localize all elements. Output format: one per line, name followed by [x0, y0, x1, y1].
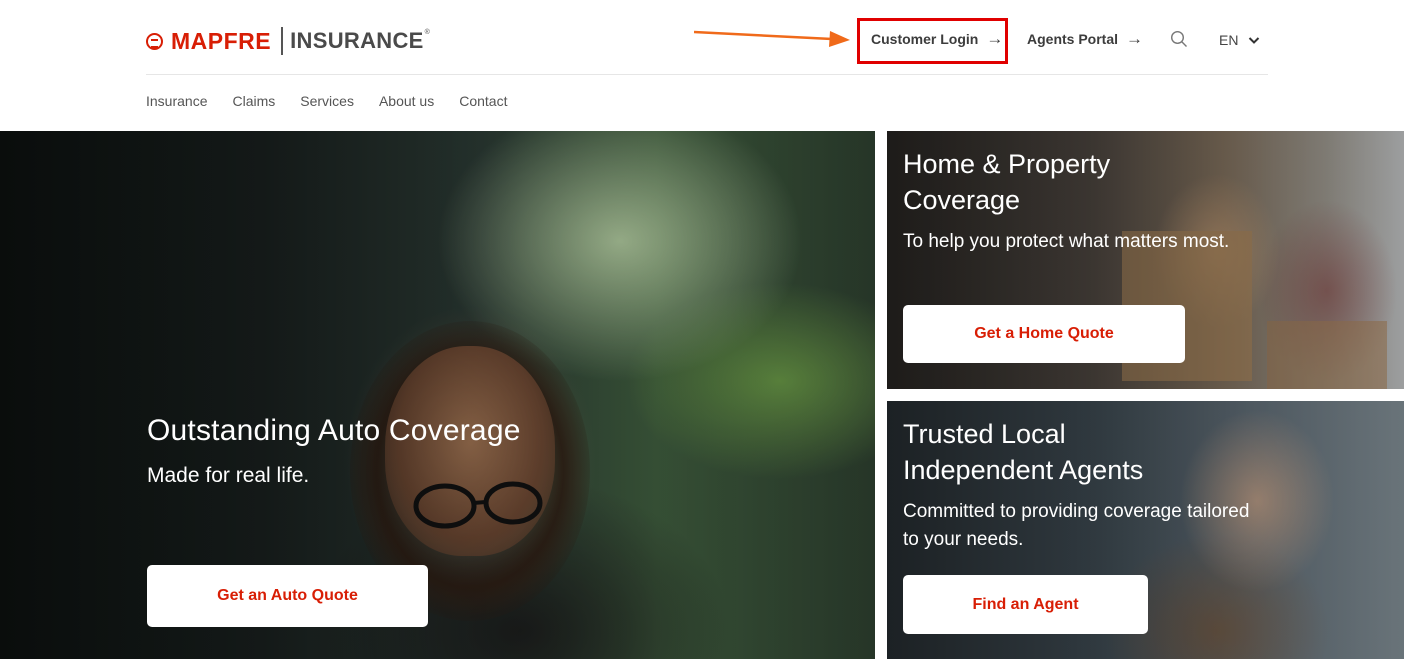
agents-portal-link[interactable]: Agents Portal → — [1027, 30, 1143, 47]
get-home-quote-button[interactable]: Get a Home Quote — [903, 305, 1185, 363]
hero-overlay — [0, 131, 875, 659]
nav-item-insurance[interactable]: Insurance — [146, 93, 207, 109]
language-label: EN — [1219, 32, 1239, 48]
mapfre-logo[interactable]: MAPFRE INSURANCE ® — [146, 26, 430, 56]
agents-card-title: Trusted Local Independent Agents — [903, 419, 1144, 485]
auto-hero-banner: Outstanding Auto Coverage Made for real … — [0, 131, 875, 659]
search-icon[interactable] — [1170, 30, 1188, 48]
nav-item-about-us[interactable]: About us — [379, 93, 434, 109]
logo-product: INSURANCE — [290, 28, 424, 53]
find-agent-button[interactable]: Find an Agent — [903, 575, 1148, 634]
home-card-subtitle: To help you protect what matters most. — [903, 231, 1230, 252]
home-coverage-card: Home & Property Coverage To help you pro… — [887, 131, 1404, 389]
get-auto-quote-button[interactable]: Get an Auto Quote — [147, 565, 428, 627]
agents-card-subtitle: Committed to providing coverage tailored… — [903, 501, 1250, 550]
agents-card: Trusted Local Independent Agents Committ… — [887, 401, 1404, 659]
hero-subtitle: Made for real life. — [147, 464, 310, 487]
nav-item-claims[interactable]: Claims — [232, 93, 275, 109]
mapfre-emblem-icon — [146, 32, 163, 50]
customer-login-label: Customer Login — [871, 30, 979, 47]
arrow-right-icon: → — [986, 29, 1004, 48]
annotation-arrow-icon — [694, 30, 850, 47]
arrow-right-icon: → — [1126, 29, 1144, 48]
hero-title: Outstanding Auto Coverage — [147, 414, 521, 447]
agents-portal-label: Agents Portal — [1027, 30, 1119, 47]
home-card-title: Home & Property Coverage — [903, 149, 1111, 215]
registered-mark: ® — [424, 29, 430, 36]
chevron-down-icon — [1249, 36, 1260, 44]
nav-item-contact[interactable]: Contact — [459, 93, 507, 109]
main-nav: Insurance Claims Services About us Conta… — [146, 93, 532, 109]
customer-login-link[interactable]: Customer Login → — [871, 30, 1003, 47]
site-header: MAPFRE INSURANCE ® Customer Login → Agen… — [0, 0, 1404, 131]
header-divider — [146, 74, 1268, 75]
logo-brand: MAPFRE — [171, 27, 272, 54]
logo-divider — [281, 27, 284, 55]
language-selector[interactable]: EN — [1219, 32, 1260, 48]
nav-item-services[interactable]: Services — [300, 93, 354, 109]
